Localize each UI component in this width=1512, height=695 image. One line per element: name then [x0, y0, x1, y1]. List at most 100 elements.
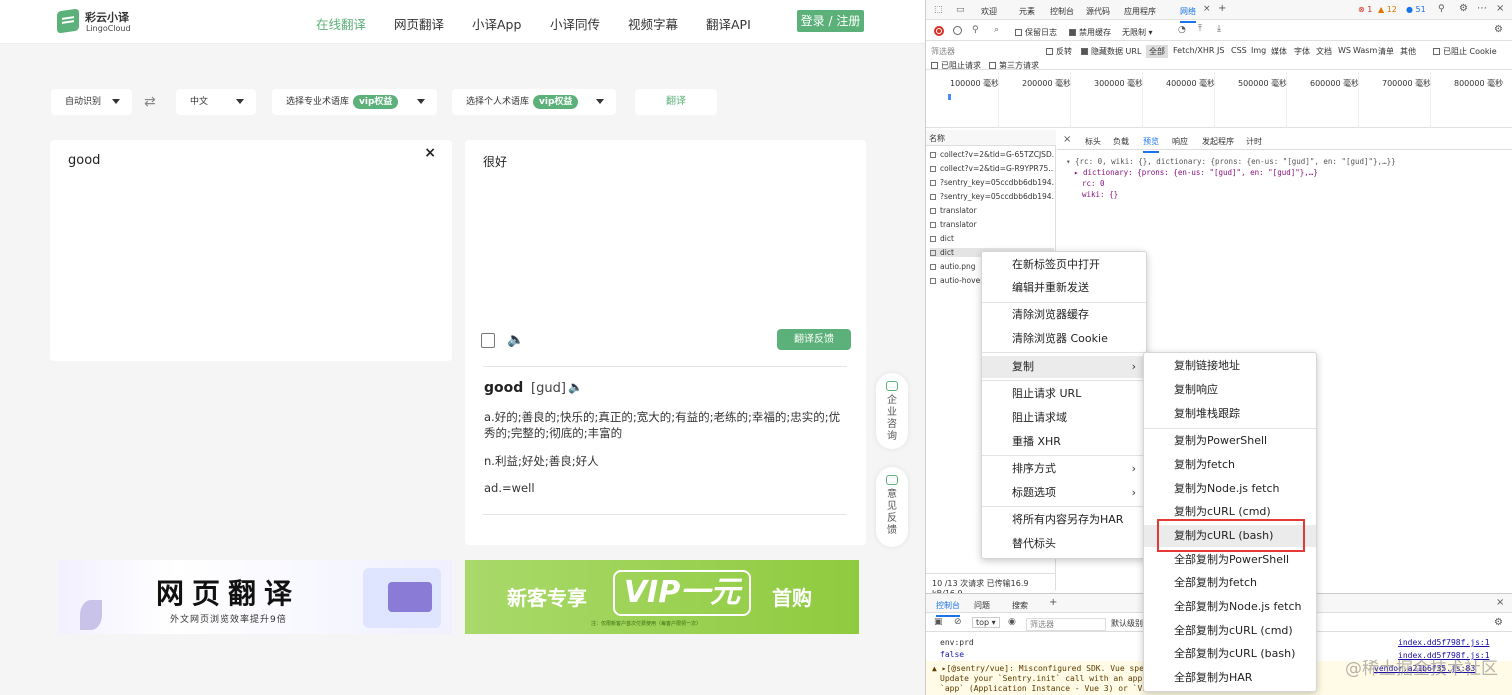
- request-row[interactable]: ?sentry_key=05ccdbb6db194...: [930, 192, 1054, 201]
- nav-simultaneous[interactable]: 小译同传: [550, 14, 600, 33]
- copy-all-as-powershell[interactable]: 全部复制为PowerShell: [1144, 549, 1316, 571]
- type-wasm[interactable]: Wasm: [1353, 46, 1377, 55]
- opinion-feedback-button[interactable]: 意见反馈: [876, 467, 908, 547]
- nav-video-subtitles[interactable]: 视频字幕: [628, 14, 678, 33]
- type-font[interactable]: 字体: [1294, 46, 1310, 57]
- drawer-tab-issues[interactable]: 问题: [974, 600, 990, 611]
- more-icon[interactable]: ⋯: [1477, 3, 1487, 14]
- json-preview[interactable]: ▾ {rc: 0, wiki: {}, dictionary: {prons: …: [1066, 156, 1396, 200]
- menu-block-url[interactable]: 阻止请求 URL: [982, 383, 1146, 405]
- default-levels-select[interactable]: 默认级别: [1111, 618, 1143, 629]
- request-row[interactable]: collect?v=2&tid=G-65TZCJSD...: [930, 150, 1054, 159]
- menu-save-har[interactable]: 将所有内容另存为HAR: [982, 509, 1146, 531]
- menu-replay-xhr[interactable]: 重播 XHR: [982, 431, 1146, 453]
- menu-block-domain[interactable]: 阻止请求域: [982, 407, 1146, 429]
- tab-elements[interactable]: 元素: [1019, 6, 1035, 17]
- type-js[interactable]: JS: [1217, 46, 1224, 55]
- enterprise-consult-button[interactable]: 企业咨询: [876, 373, 908, 449]
- copy-all-as-fetch[interactable]: 全部复制为fetch: [1144, 572, 1316, 594]
- type-doc[interactable]: 文档: [1316, 46, 1332, 57]
- type-manifest[interactable]: 清单: [1378, 46, 1394, 57]
- menu-open-new-tab[interactable]: 在新标签页中打开: [982, 254, 1146, 276]
- tab-console[interactable]: 控制台: [1050, 6, 1074, 17]
- info-count[interactable]: ● 51: [1406, 5, 1426, 14]
- source-link[interactable]: index.dd5f798f.js:1: [1398, 638, 1490, 647]
- vip-promo-banner[interactable]: 新客专享 VIP一元 首购 注：仅限新客户首次付费使用（每客户限领一次）: [465, 560, 859, 634]
- error-count[interactable]: ⊗ 1: [1358, 5, 1372, 14]
- add-tab-icon[interactable]: +: [1218, 3, 1226, 14]
- menu-edit-resend[interactable]: 编辑并重新发送: [982, 277, 1146, 299]
- gear-icon[interactable]: ⚙: [1459, 3, 1468, 14]
- type-media[interactable]: 媒体: [1271, 46, 1287, 57]
- request-row[interactable]: translator: [930, 206, 1054, 215]
- close-icon[interactable]: ×: [1496, 3, 1504, 14]
- preview-dictionary[interactable]: ▸ dictionary: {prons: {en-us: "[gud]", e…: [1066, 167, 1396, 178]
- menu-sort-by[interactable]: 排序方式 ›: [982, 458, 1146, 480]
- nav-web-translate[interactable]: 网页翻译: [394, 14, 444, 33]
- upload-icon[interactable]: ⤒: [1198, 24, 1202, 34]
- wifi-icon[interactable]: ◔: [1178, 25, 1186, 35]
- warning-count[interactable]: ▲ 12: [1378, 5, 1397, 14]
- context-select[interactable]: top ▾: [972, 617, 1000, 628]
- preserve-log-checkbox[interactable]: 保留日志: [1015, 27, 1057, 38]
- drawer-tab-search[interactable]: 搜索: [1012, 600, 1028, 611]
- preview-root[interactable]: ▾ {rc: 0, wiki: {}, dictionary: {prons: …: [1066, 156, 1396, 167]
- sidebar-icon[interactable]: ▣: [934, 617, 943, 627]
- close-icon[interactable]: ×: [1063, 134, 1071, 145]
- nav-app[interactable]: 小译App: [472, 14, 521, 33]
- source-textarea[interactable]: good ×: [50, 140, 452, 361]
- third-party-checkbox[interactable]: 第三方请求: [989, 60, 1039, 71]
- menu-copy[interactable]: 复制 ›: [982, 356, 1146, 378]
- tab-initiator[interactable]: 发起程序: [1202, 136, 1234, 147]
- settings-icon[interactable]: ⚙: [1494, 617, 1503, 628]
- speaker-icon[interactable]: 🔈: [507, 332, 524, 348]
- type-other[interactable]: 其他: [1400, 46, 1416, 57]
- tab-sources[interactable]: 源代码: [1086, 6, 1110, 17]
- copy-link-address[interactable]: 复制链接地址: [1144, 355, 1316, 377]
- pro-glossary-select[interactable]: 选择专业术语库 vip权益: [272, 89, 437, 115]
- download-icon[interactable]: ⤓: [1217, 24, 1221, 34]
- menu-override-headers[interactable]: 替代标头: [982, 533, 1146, 555]
- inspect-icon[interactable]: ⬚: [934, 5, 943, 15]
- blocked-requests-checkbox[interactable]: 已阻止请求: [931, 60, 981, 71]
- close-icon[interactable]: ×: [1496, 597, 1504, 608]
- menu-clear-cache[interactable]: 清除浏览器缓存: [982, 304, 1146, 326]
- console-filter-input[interactable]: 筛选器: [1026, 618, 1106, 631]
- hide-data-url-checkbox[interactable]: 隐藏数据 URL: [1081, 46, 1141, 57]
- close-tab-icon[interactable]: ×: [1203, 4, 1211, 14]
- translation-feedback-button[interactable]: 翻译反馈: [777, 329, 851, 350]
- copy-all-as-nodejs-fetch[interactable]: 全部复制为Node.js fetch: [1144, 596, 1316, 618]
- tab-preview[interactable]: 预览: [1143, 136, 1159, 153]
- tab-welcome[interactable]: 欢迎: [981, 6, 997, 17]
- eye-icon[interactable]: ◉: [1008, 617, 1016, 627]
- menu-clear-cookies[interactable]: 清除浏览器 Cookie: [982, 328, 1146, 350]
- type-css[interactable]: CSS: [1231, 46, 1247, 55]
- add-tab-icon[interactable]: +: [1049, 597, 1057, 608]
- copy-response[interactable]: 复制响应: [1144, 379, 1316, 401]
- tab-network[interactable]: 网络: [1180, 6, 1196, 23]
- console-warning-line[interactable]: ▲ ▸[@sentry/vue]: Misconfigured SDK. Vue…: [932, 664, 1158, 673]
- swap-icon[interactable]: ⇄: [144, 94, 156, 110]
- settings-icon[interactable]: ⚙: [1494, 24, 1503, 35]
- filter-funnel-icon[interactable]: ⚲: [972, 25, 979, 35]
- copy-all-as-curl-cmd[interactable]: 全部复制为cURL (cmd): [1144, 620, 1316, 642]
- copy-all-as-har[interactable]: 全部复制为HAR: [1144, 667, 1316, 689]
- copy-icon[interactable]: [481, 333, 495, 348]
- pronounce-icon[interactable]: 🔈: [568, 380, 583, 394]
- clear-console-icon[interactable]: ⊘: [954, 617, 962, 627]
- login-button[interactable]: 登录 / 注册: [797, 10, 864, 32]
- record-icon[interactable]: [934, 26, 944, 36]
- translate-button[interactable]: 翻译: [635, 89, 717, 115]
- nav-api[interactable]: 翻译API: [706, 14, 751, 33]
- search-icon[interactable]: ⌕: [994, 25, 999, 35]
- logo-text[interactable]: 彩云小译: [85, 9, 129, 25]
- source-lang-select[interactable]: 自动识别: [51, 89, 132, 115]
- copy-as-powershell[interactable]: 复制为PowerShell: [1144, 430, 1316, 452]
- tab-response[interactable]: 响应: [1172, 136, 1188, 147]
- copy-all-as-curl-bash[interactable]: 全部复制为cURL (bash): [1144, 643, 1316, 665]
- tab-application[interactable]: 应用程序: [1124, 6, 1156, 17]
- close-icon[interactable]: ×: [424, 145, 436, 161]
- network-timeline[interactable]: 100000 毫秒 200000 毫秒 300000 毫秒 400000 毫秒 …: [926, 72, 1512, 128]
- request-row[interactable]: translator: [930, 220, 1054, 229]
- customize-icon[interactable]: ⚲: [1438, 4, 1445, 14]
